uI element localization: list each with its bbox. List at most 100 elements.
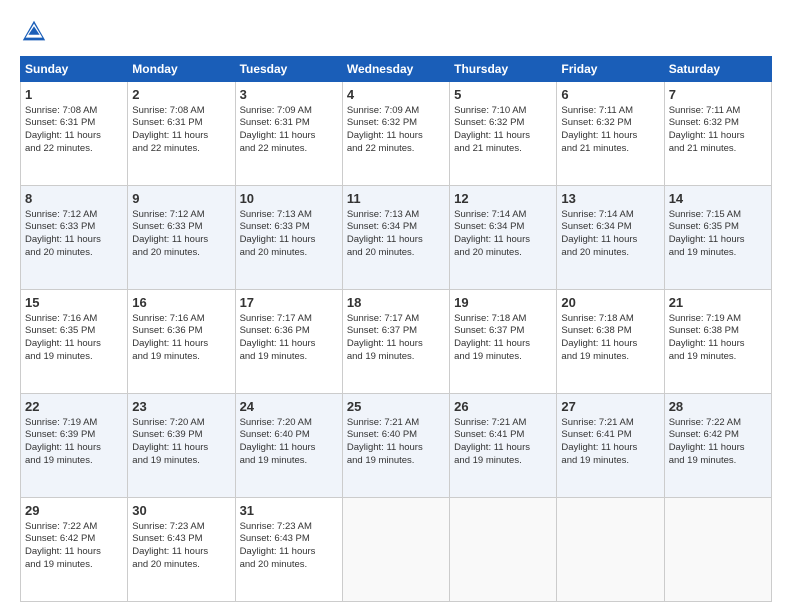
day-number: 16 — [132, 294, 230, 312]
calendar-cell: 18Sunrise: 7:17 AMSunset: 6:37 PM Dayligh… — [342, 290, 449, 394]
day-info-line: and 19 minutes. — [669, 351, 737, 362]
day-info-line: Sunrise: 7:08 AM — [132, 105, 204, 116]
day-info-line: Sunset: 6:39 PM — [132, 429, 202, 440]
day-info-line: Daylight: 11 hours — [347, 338, 423, 349]
day-number: 24 — [240, 398, 338, 416]
day-number: 29 — [25, 502, 123, 520]
day-info-line: Sunrise: 7:19 AM — [25, 417, 97, 428]
day-info-line: Sunset: 6:41 PM — [454, 429, 524, 440]
calendar-cell: 27Sunrise: 7:21 AMSunset: 6:41 PMDayligh… — [557, 394, 664, 498]
day-info-line: Daylight: 11 hours — [669, 234, 745, 245]
day-info-line: Sunset: 6:42 PM — [25, 533, 95, 544]
day-info-line: Sunrise: 7:17 AM — [240, 313, 312, 324]
calendar-header-friday: Friday — [557, 57, 664, 82]
day-info-line: Sunset: 6:40 PM — [347, 429, 417, 440]
day-info-line: Sunset: 6:34 PM — [454, 221, 524, 232]
day-info-line: and 20 minutes. — [347, 247, 415, 258]
day-info-line: and 19 minutes. — [561, 455, 629, 466]
day-info-line: and 19 minutes. — [454, 351, 522, 362]
calendar-cell: 29Sunrise: 7:22 AMSunset: 6:42 PMDayligh… — [21, 498, 128, 602]
calendar-cell: 21Sunrise: 7:19 AMSunset: 6:38 PMDayligh… — [664, 290, 771, 394]
calendar-cell — [557, 498, 664, 602]
day-info-line: Daylight: 11 hours — [25, 338, 101, 349]
day-info-line: Daylight: 11 hours — [561, 338, 637, 349]
day-info-line: Daylight: 11 hours — [561, 130, 637, 141]
day-info-line: and 19 minutes. — [561, 351, 629, 362]
day-number: 18 — [347, 294, 445, 312]
calendar-header-thursday: Thursday — [450, 57, 557, 82]
calendar-cell — [450, 498, 557, 602]
calendar-cell: 7Sunrise: 7:11 AMSunset: 6:32 PMDaylight… — [664, 82, 771, 186]
day-info-line: Daylight: 11 hours — [132, 338, 208, 349]
day-info-line: Daylight: 11 hours — [132, 442, 208, 453]
calendar-cell: 12Sunrise: 7:14 AMSunset: 6:34 PMDayligh… — [450, 186, 557, 290]
day-info-line: Daylight: 11 hours — [669, 130, 745, 141]
logo — [20, 18, 52, 46]
day-info-line: Sunrise: 7:12 AM — [132, 209, 204, 220]
day-info-line: and 19 minutes. — [347, 351, 415, 362]
day-info-line: and 21 minutes. — [454, 143, 522, 154]
day-info-line: and 20 minutes. — [561, 247, 629, 258]
day-info-line: Daylight: 11 hours — [132, 546, 208, 557]
day-info-line: Sunrise: 7:16 AM — [132, 313, 204, 324]
day-info-line: and 19 minutes. — [669, 455, 737, 466]
day-info-line: and 19 minutes. — [25, 351, 93, 362]
day-number: 22 — [25, 398, 123, 416]
day-number: 14 — [669, 190, 767, 208]
day-info-line: Sunset: 6:40 PM — [240, 429, 310, 440]
calendar-cell: 31Sunrise: 7:23 AMSunset: 6:43 PMDayligh… — [235, 498, 342, 602]
day-number: 6 — [561, 86, 659, 104]
day-info-line: and 21 minutes. — [561, 143, 629, 154]
day-number: 5 — [454, 86, 552, 104]
day-info-line: Sunrise: 7:13 AM — [347, 209, 419, 220]
day-info-line: Daylight: 11 hours — [454, 234, 530, 245]
day-info-line: Sunrise: 7:11 AM — [669, 105, 741, 116]
day-info-line: and 19 minutes. — [132, 455, 200, 466]
calendar-header-sunday: Sunday — [21, 57, 128, 82]
calendar-cell: 20Sunrise: 7:18 AMSunset: 6:38 PMDayligh… — [557, 290, 664, 394]
day-info-line: Sunrise: 7:17 AM — [347, 313, 419, 324]
calendar-cell: 14Sunrise: 7:15 AMSunset: 6:35 PMDayligh… — [664, 186, 771, 290]
day-info-line: Sunset: 6:32 PM — [669, 117, 739, 128]
day-info-line: Daylight: 11 hours — [132, 234, 208, 245]
day-info-line: Sunset: 6:33 PM — [240, 221, 310, 232]
day-info-line: Sunset: 6:37 PM — [347, 325, 417, 336]
day-number: 11 — [347, 190, 445, 208]
day-number: 21 — [669, 294, 767, 312]
day-info-line: Sunset: 6:37 PM — [454, 325, 524, 336]
calendar-week-5: 29Sunrise: 7:22 AMSunset: 6:42 PMDayligh… — [21, 498, 772, 602]
day-info-line: Sunrise: 7:21 AM — [561, 417, 633, 428]
day-info-line: Daylight: 11 hours — [240, 130, 316, 141]
day-info-line: and 20 minutes. — [25, 247, 93, 258]
day-info-line: Sunset: 6:31 PM — [132, 117, 202, 128]
day-info-line: and 20 minutes. — [132, 559, 200, 570]
day-info-line: Daylight: 11 hours — [669, 442, 745, 453]
day-number: 15 — [25, 294, 123, 312]
day-info-line: Sunset: 6:34 PM — [561, 221, 631, 232]
day-info-line: and 20 minutes. — [454, 247, 522, 258]
day-info-line: Daylight: 11 hours — [347, 130, 423, 141]
day-info-line: Daylight: 11 hours — [347, 234, 423, 245]
calendar-header-saturday: Saturday — [664, 57, 771, 82]
calendar-week-3: 15Sunrise: 7:16 AMSunset: 6:35 PMDayligh… — [21, 290, 772, 394]
calendar-week-4: 22Sunrise: 7:19 AM Sunset: 6:39 PM Dayligh… — [21, 394, 772, 498]
day-number: 30 — [132, 502, 230, 520]
calendar-cell — [664, 498, 771, 602]
calendar-cell — [342, 498, 449, 602]
day-info-line: Sunrise: 7:21 AM — [347, 417, 419, 428]
calendar-cell: 10Sunrise: 7:13 AMSunset: 6:33 PMDayligh… — [235, 186, 342, 290]
day-info-line: Daylight: 11 hours — [132, 130, 208, 141]
day-info-line: and 22 minutes. — [25, 143, 93, 154]
day-info-line: Sunset: 6:32 PM — [347, 117, 417, 128]
calendar-cell: 11Sunrise: 7:13 AMSunset: 6:34 PMDayligh… — [342, 186, 449, 290]
day-info-line: Sunrise: 7:12 AM — [25, 209, 97, 220]
day-info-line: Daylight: 11 hours — [25, 130, 101, 141]
day-info-line: Sunrise: 7:22 AM — [669, 417, 741, 428]
day-info-line: Sunset: 6:38 PM — [561, 325, 631, 336]
calendar-cell: 30Sunrise: 7:23 AMSunset: 6:43 PMDayligh… — [128, 498, 235, 602]
day-number: 4 — [347, 86, 445, 104]
day-info-line: Sunset: 6:35 PM — [669, 221, 739, 232]
day-info-line: Sunset: 6:43 PM — [240, 533, 310, 544]
calendar-cell: 6Sunrise: 7:11 AMSunset: 6:32 PMDaylight… — [557, 82, 664, 186]
day-info-line: and 19 minutes. — [240, 351, 308, 362]
